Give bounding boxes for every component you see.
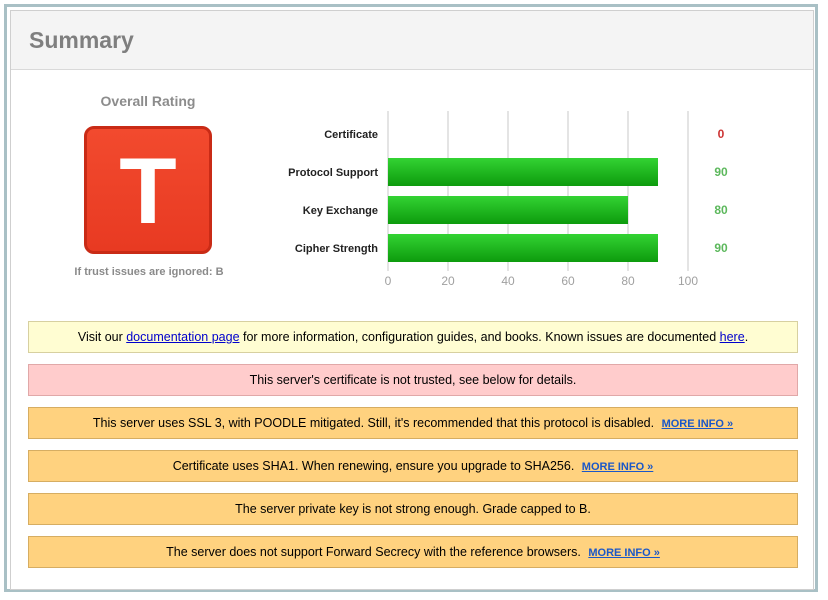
notice-text: . [744, 330, 749, 344]
tick-label: 20 [441, 274, 455, 288]
category-label: Key Exchange [303, 205, 378, 217]
score-value: 0 [718, 127, 725, 141]
notice-sha1: Certificate uses SHA1. When renewing, en… [28, 450, 798, 482]
documentation-page-link[interactable]: documentation page [126, 330, 239, 344]
tick-label: 80 [621, 274, 635, 288]
notice-documentation: Visit our documentation page for more in… [28, 321, 798, 353]
score-bar [388, 196, 628, 224]
notice-ssl3: This server uses SSL 3, with POODLE miti… [28, 407, 798, 439]
more-info-link[interactable]: MORE INFO » [582, 461, 654, 473]
score-value: 80 [714, 203, 728, 217]
score-bar [388, 234, 658, 262]
more-info-link[interactable]: MORE INFO » [662, 418, 734, 430]
category-label: Certificate [324, 129, 378, 141]
notice-text: This server's certificate is not trusted… [249, 373, 577, 387]
score-value: 90 [714, 165, 728, 179]
notice-forward-secrecy: The server does not support Forward Secr… [28, 536, 798, 568]
score-bar [388, 158, 658, 186]
tick-label: 40 [501, 274, 515, 288]
category-label: Cipher Strength [295, 243, 378, 255]
notice-private-key: The server private key is not strong eno… [28, 493, 798, 525]
summary-panel: Summary Overall Rating T If trust issues… [10, 10, 814, 590]
notice-text: The server does not support Forward Secr… [166, 545, 581, 559]
notice-text: The server private key is not strong eno… [235, 502, 591, 516]
notice-text: Visit our [77, 330, 127, 344]
more-info-link[interactable]: MORE INFO » [588, 547, 660, 559]
notice-text: for more information, configuration guid… [239, 330, 720, 344]
rating-chart: 0 20 40 60 80 100 Certificate 0 Protocol Support… [288, 111, 728, 288]
notice-certificate-untrusted: This server's certificate is not trusted… [28, 364, 798, 396]
tick-label: 100 [678, 274, 698, 288]
notice-text: This server uses SSL 3, with POODLE miti… [92, 416, 655, 430]
tick-label: 0 [385, 274, 392, 288]
notice-text: Certificate uses SHA1. When renewing, en… [172, 459, 575, 473]
category-label: Protocol Support [288, 167, 378, 179]
known-issues-link[interactable]: here [720, 330, 745, 344]
tick-label: 60 [561, 274, 575, 288]
score-value: 90 [714, 241, 728, 255]
